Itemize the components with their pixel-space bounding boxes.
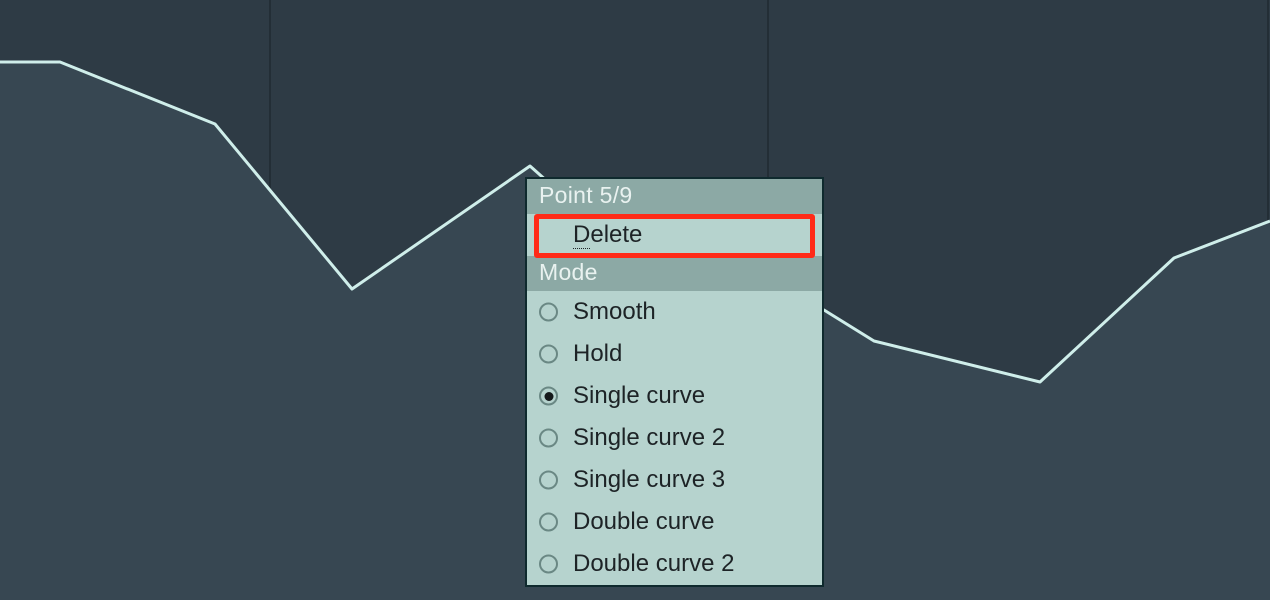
mode-option[interactable]: Hold [527, 333, 822, 375]
delete-item-label-rest: elete [590, 221, 642, 248]
mode-option-label: Smooth [573, 298, 656, 325]
mode-option[interactable]: Single curve [527, 375, 822, 417]
menu-header-mode: Mode [527, 256, 822, 291]
menu-header-point: Point 5/9 [527, 179, 822, 214]
mode-option-label: Single curve [573, 382, 705, 409]
point-context-menu: Point 5/9 Delete Mode Smooth Hold Single c… [525, 177, 824, 587]
mode-option-label: Hold [573, 340, 622, 367]
radio-icon [539, 555, 558, 574]
mode-option[interactable]: Double curve 2 [527, 543, 822, 585]
mode-option[interactable]: Single curve 2 [527, 417, 822, 459]
radio-icon [539, 513, 558, 532]
radio-icon [539, 471, 558, 490]
mode-option-label: Double curve [573, 508, 714, 535]
mode-option[interactable]: Single curve 3 [527, 459, 822, 501]
radio-icon [539, 387, 558, 406]
radio-icon [539, 303, 558, 322]
mode-option-label: Double curve 2 [573, 550, 734, 577]
radio-icon [539, 429, 558, 448]
mode-option[interactable]: Smooth [527, 291, 822, 333]
mode-option-label: Single curve 3 [573, 466, 725, 493]
delete-mnemonic-char: D [573, 221, 590, 249]
radio-icon [539, 345, 558, 364]
delete-item[interactable]: Delete [527, 214, 822, 256]
mode-option-label: Single curve 2 [573, 424, 725, 451]
mode-option[interactable]: Double curve [527, 501, 822, 543]
